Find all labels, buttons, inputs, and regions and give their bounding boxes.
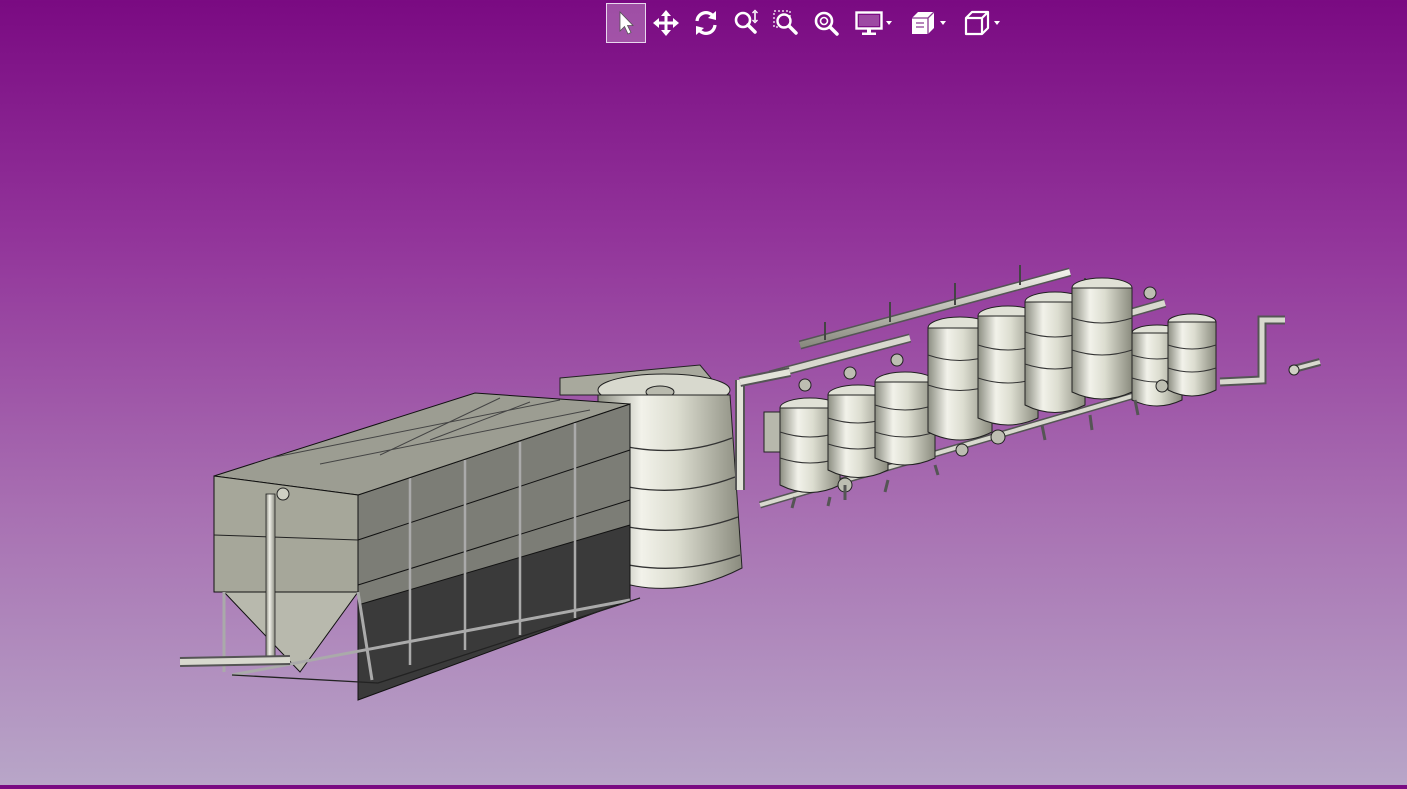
water-treatment-plant-model	[179, 265, 1322, 701]
3d-viewport[interactable]	[0, 0, 1407, 785]
settling-tank	[179, 392, 641, 701]
